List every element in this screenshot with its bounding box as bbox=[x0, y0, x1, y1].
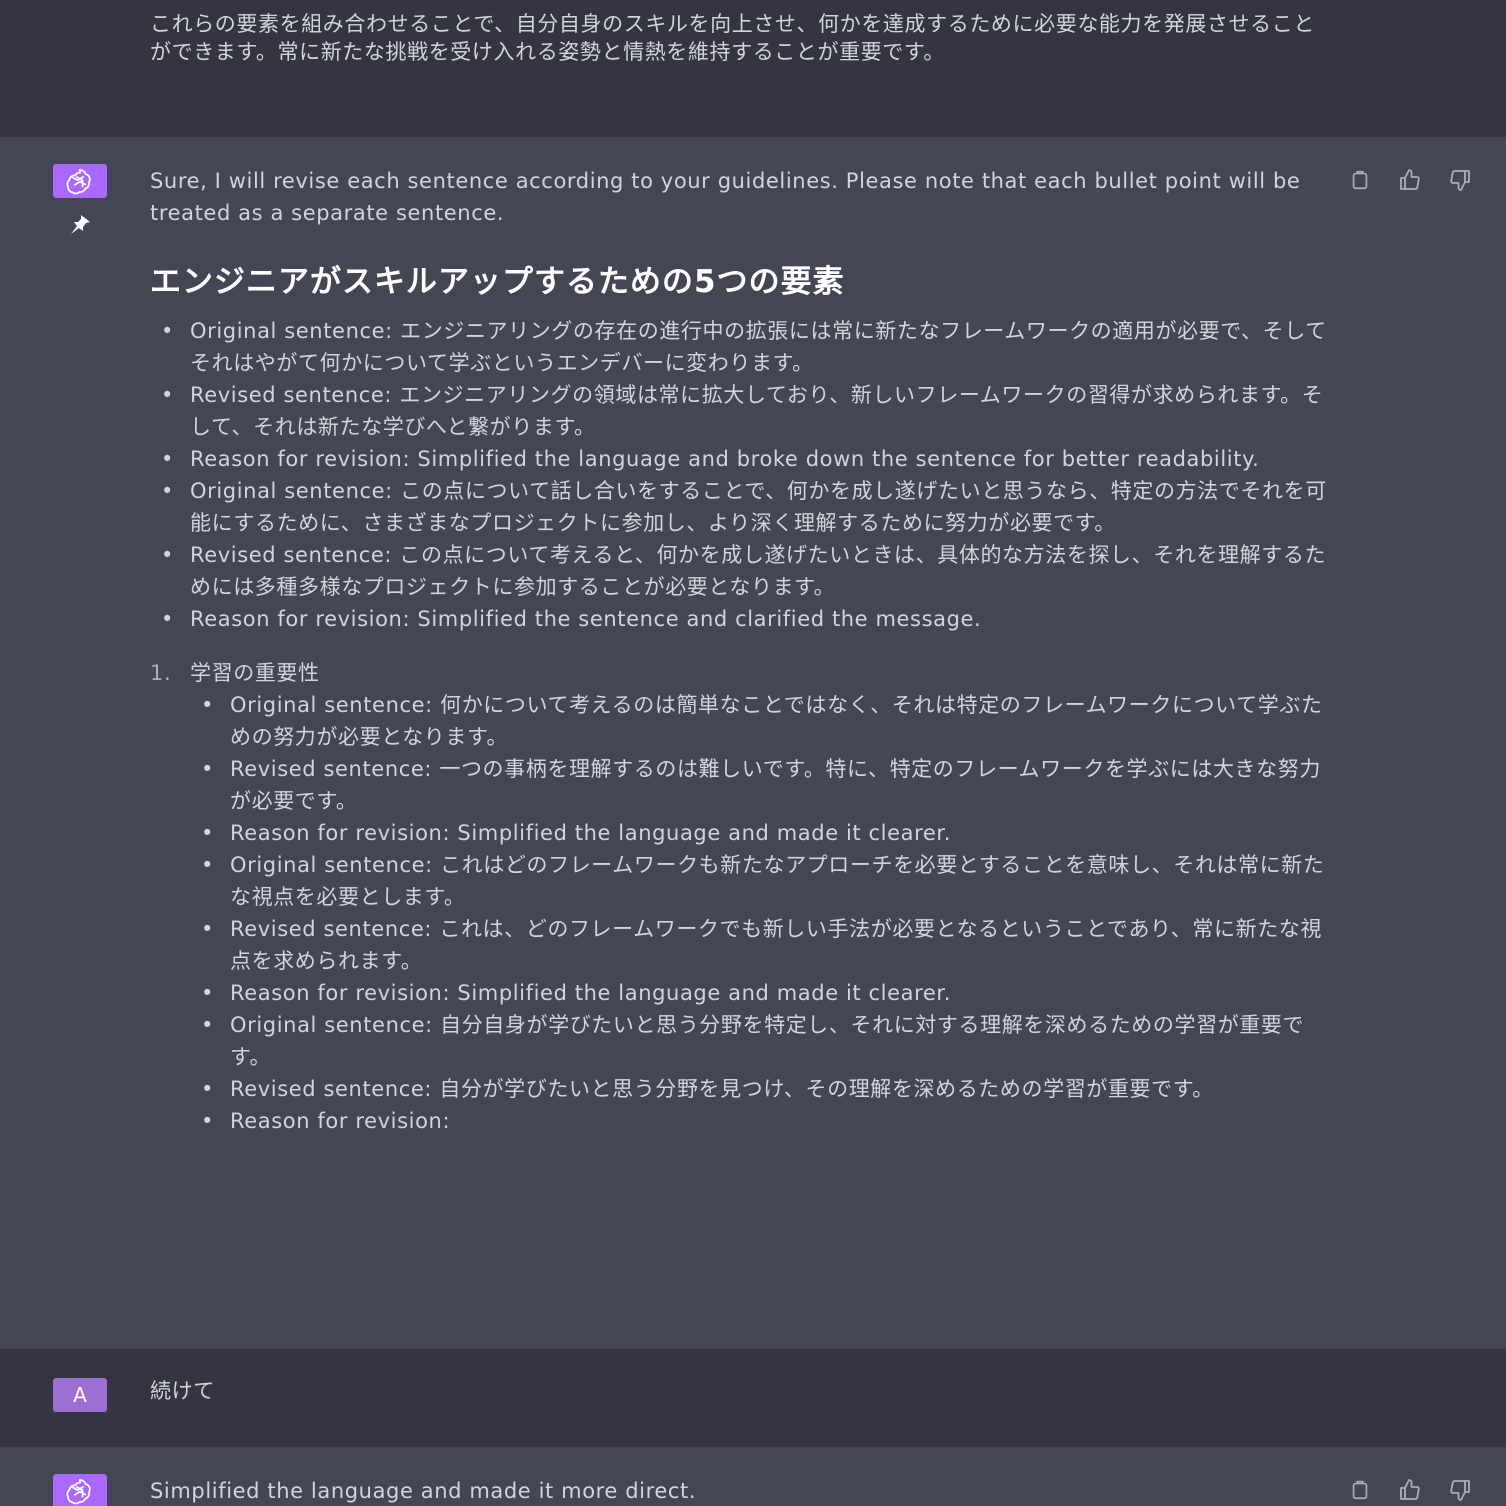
thumbs-up-icon[interactable] bbox=[1396, 167, 1424, 193]
list-item: Revised sentence: この点について考えると、何かを成し遂げたいと… bbox=[161, 539, 1330, 603]
list-item: Revised sentence: 一つの事柄を理解するのは難しいです。特に、特… bbox=[201, 753, 1330, 817]
message-paragraph: Simplified the language and made it more… bbox=[150, 1479, 697, 1503]
message-text: これらの要素を組み合わせることで、自分自身のスキルを向上させ、何かを達成するため… bbox=[150, 10, 1330, 66]
list-item: Original sentence: エンジニアリングの存在の進行中の拡張には常… bbox=[161, 315, 1330, 379]
list-item: Reason for revision: bbox=[201, 1105, 1330, 1137]
message-text: Sure, I will revise each sentence accord… bbox=[150, 165, 1330, 1137]
list-item: Reason for revision: Simplified the lang… bbox=[201, 977, 1330, 1009]
list-item: Reason for revision: Simplified the lang… bbox=[161, 443, 1330, 475]
list-item: Original sentence: 何かについて考えるのは簡単なことではなく、… bbox=[201, 689, 1330, 753]
bullet-list: Original sentence: エンジニアリングの存在の進行中の拡張には常… bbox=[150, 315, 1330, 635]
message-actions bbox=[1346, 1477, 1474, 1503]
thumbs-down-icon[interactable] bbox=[1446, 167, 1474, 193]
list-item: Reason for revision: Simplified the sent… bbox=[161, 603, 1330, 635]
numbered-item-title: 学習の重要性 bbox=[190, 661, 320, 685]
list-number: 1. bbox=[150, 661, 172, 685]
list-item: Revised sentence: 自分が学びたいと思う分野を見つけ、その理解を… bbox=[201, 1073, 1330, 1105]
section-heading: エンジニアがスキルアップするための5つの要素 bbox=[150, 264, 845, 300]
openai-logo-icon bbox=[53, 164, 107, 198]
clipboard-icon[interactable] bbox=[1346, 167, 1374, 193]
list-item: Reason for revision: Simplified the lang… bbox=[201, 817, 1330, 849]
nested-bullet-list: Original sentence: 何かについて考えるのは簡単なことではなく、… bbox=[190, 689, 1330, 1137]
numbered-item: 1. 学習の重要性 Original sentence: 何かについて考えるのは… bbox=[150, 657, 1330, 1137]
user-avatar: A bbox=[53, 1378, 107, 1412]
message-text: Simplified the language and made it more… bbox=[150, 1475, 1330, 1506]
user-message-previous: これらの要素を組み合わせることで、自分自身のスキルを向上させ、何かを達成するため… bbox=[0, 0, 1506, 137]
list-item: Original sentence: この点について話し合いをすることで、何かを… bbox=[161, 475, 1330, 539]
chat-page: これらの要素を組み合わせることで、自分自身のスキルを向上させ、何かを達成するため… bbox=[0, 0, 1506, 1506]
thumbs-down-icon[interactable] bbox=[1446, 1477, 1474, 1503]
list-item: Original sentence: これはどのフレームワークも新たなアプローチ… bbox=[201, 849, 1330, 913]
user-message: A 続けて bbox=[0, 1349, 1506, 1447]
numbered-list: 1. 学習の重要性 Original sentence: 何かについて考えるのは… bbox=[150, 657, 1330, 1137]
message-paragraph: これらの要素を組み合わせることで、自分自身のスキルを向上させ、何かを達成するため… bbox=[150, 12, 1315, 64]
message-actions bbox=[1346, 167, 1474, 193]
list-item: Revised sentence: これは、どのフレームワークでも新しい手法が必… bbox=[201, 913, 1330, 977]
clipboard-icon[interactable] bbox=[1346, 1477, 1374, 1503]
list-item: Original sentence: 自分自身が学びたいと思う分野を特定し、それ… bbox=[201, 1009, 1330, 1073]
pin-icon[interactable] bbox=[66, 213, 94, 235]
assistant-message: Simplified the language and made it more… bbox=[0, 1447, 1506, 1506]
thumbs-up-icon[interactable] bbox=[1396, 1477, 1424, 1503]
message-paragraph: 続けて bbox=[150, 1379, 215, 1403]
message-text: 続けて bbox=[150, 1375, 1330, 1407]
message-intro: Sure, I will revise each sentence accord… bbox=[150, 169, 1301, 225]
list-item: Revised sentence: エンジニアリングの領域は常に拡大しており、新… bbox=[161, 379, 1330, 443]
openai-logo-icon bbox=[53, 1474, 107, 1506]
assistant-message: Sure, I will revise each sentence accord… bbox=[0, 137, 1506, 1349]
